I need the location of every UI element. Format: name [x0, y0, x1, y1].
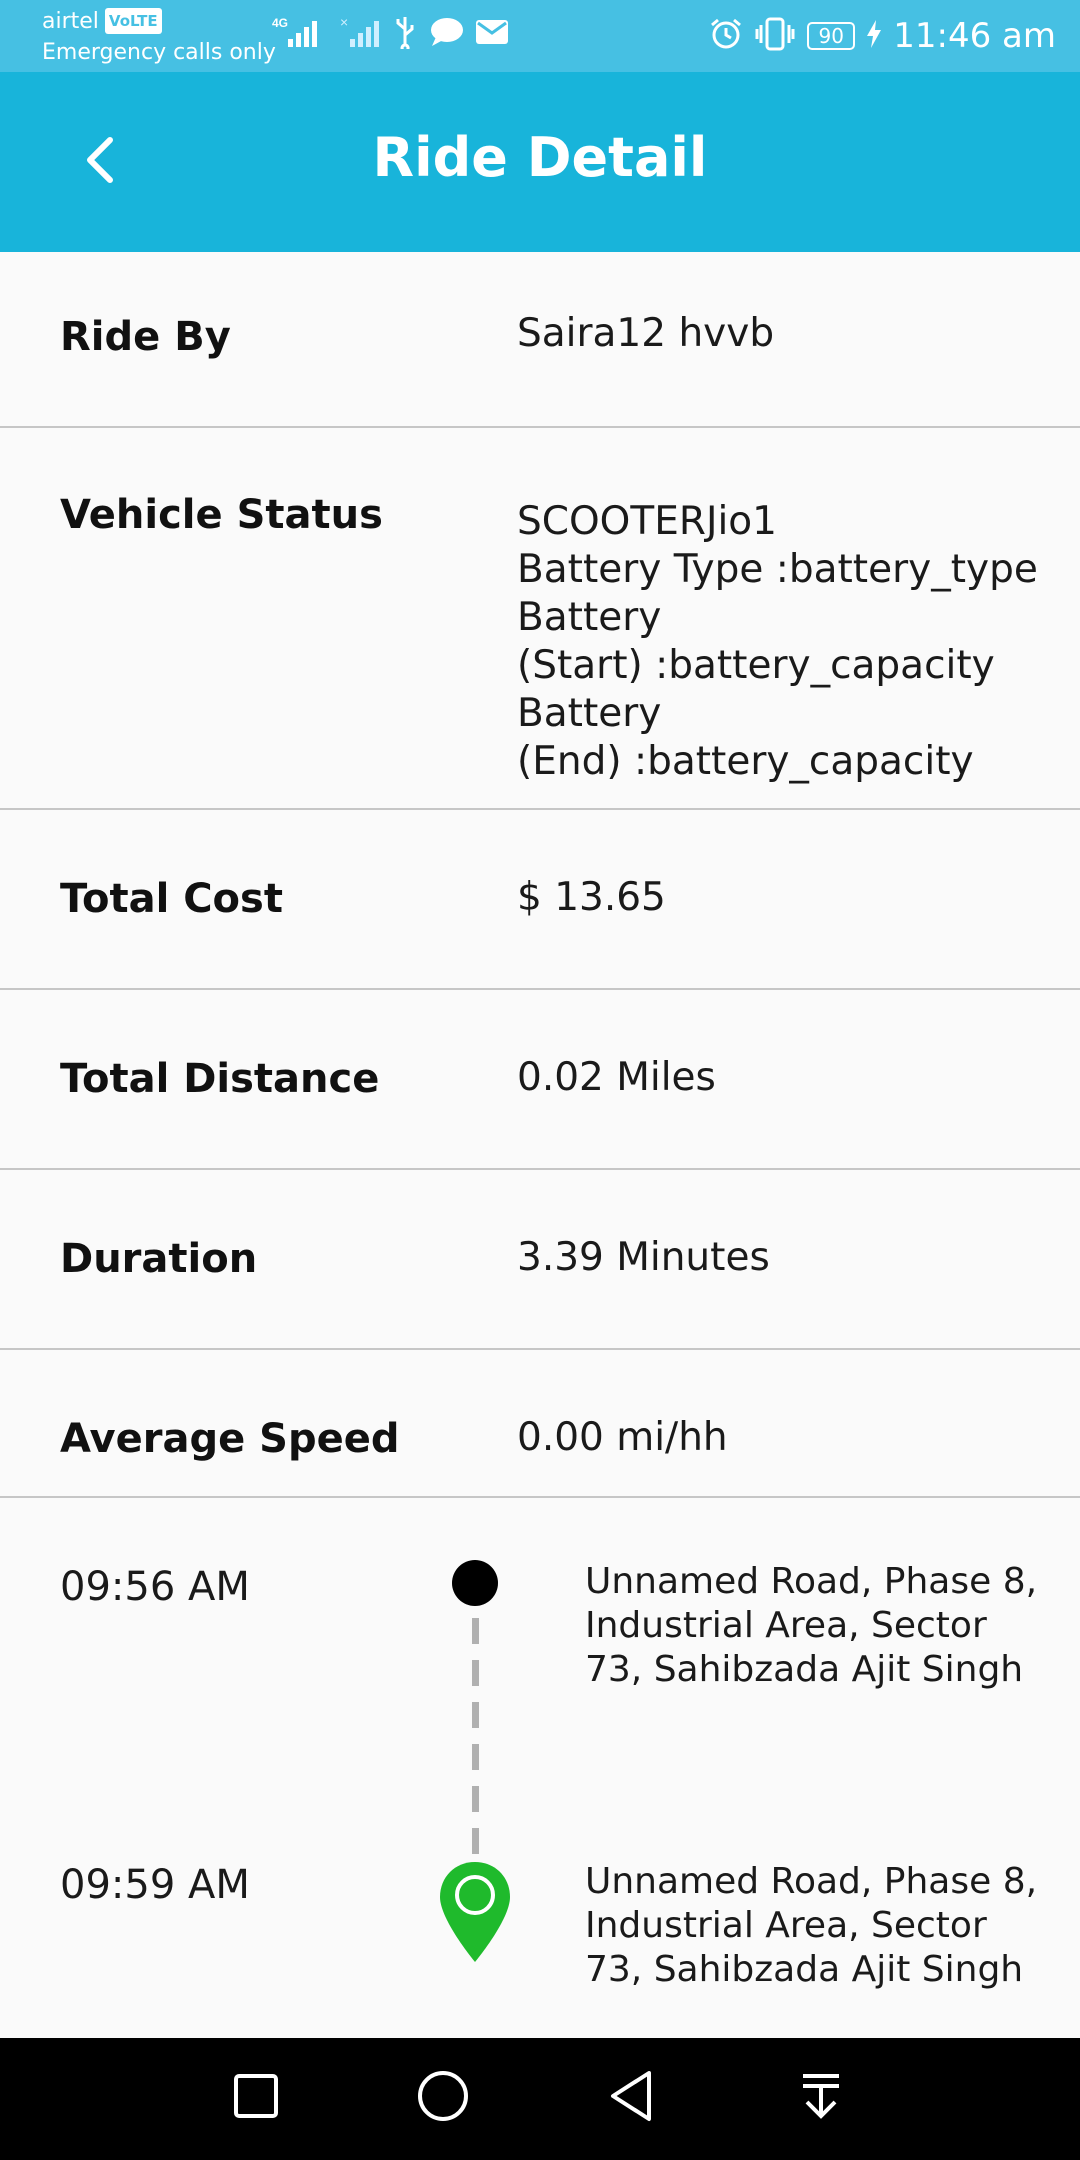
total-distance-label: Total Distance: [60, 1056, 380, 1102]
ride-timeline: 09:56 AM Unnamed Road, Phase 8, Industri…: [0, 1498, 1080, 2038]
start-address: Unnamed Road, Phase 8, Industrial Area, …: [585, 1561, 1038, 1690]
volte-badge: VoLTE: [104, 8, 162, 34]
duration-label: Duration: [60, 1236, 258, 1282]
back-nav-button[interactable]: [595, 2062, 667, 2134]
page-title: Ride Detail: [372, 126, 708, 189]
status-icons-right: 90 11:46 am: [709, 14, 1056, 58]
ride-detail-list: Ride By Saira12 hvvb Vehicle Status SCOO…: [0, 252, 1080, 1498]
total-distance-row: Total Distance 0.02 Miles: [0, 990, 1080, 1170]
total-cost-value: $ 13.65: [517, 875, 666, 920]
vehicle-status-row: Vehicle Status SCOOTERJio1 Battery Type …: [0, 428, 1080, 810]
vibrate-icon: [755, 17, 795, 55]
start-location-dot-icon: [452, 1560, 498, 1606]
carrier-label: airtel VoLTE: [42, 8, 162, 35]
mail-icon: [476, 20, 508, 48]
charging-icon: [867, 20, 882, 52]
carrier-name: airtel: [42, 9, 99, 34]
total-cost-label: Total Cost: [60, 876, 283, 922]
end-time: 09:59 AM: [60, 1862, 250, 1908]
message-icon: [430, 17, 464, 51]
status-bar: airtel VoLTE Emergency calls only 4G × 9…: [0, 0, 1080, 72]
start-time: 09:56 AM: [60, 1564, 250, 1610]
emergency-calls-text: Emergency calls only: [42, 40, 276, 65]
notification-pull-button[interactable]: [785, 2062, 857, 2134]
duration-row: Duration 3.39 Minutes: [0, 1170, 1080, 1350]
vehicle-status-line: (Start) :battery_capacity: [517, 643, 995, 688]
vehicle-status-line: Battery: [517, 595, 662, 640]
vehicle-status-value: SCOOTERJio1 Battery Type :battery_type B…: [517, 498, 1038, 786]
vehicle-status-label: Vehicle Status: [60, 492, 383, 538]
average-speed-value: 0.00 mi/hh: [517, 1415, 728, 1460]
no-signal-icon: ×: [340, 14, 380, 53]
total-distance-value: 0.02 Miles: [517, 1055, 716, 1100]
usb-icon: [392, 15, 418, 53]
home-button[interactable]: [407, 2062, 479, 2134]
pull-down-icon: [799, 2070, 843, 2126]
ride-by-value: Saira12 hvvb: [517, 311, 775, 356]
vehicle-status-line: SCOOTERJio1: [517, 499, 777, 544]
clock: 11:46 am: [893, 16, 1056, 56]
average-speed-row: Average Speed 0.00 mi/hh: [0, 1350, 1080, 1498]
recent-apps-button[interactable]: [220, 2062, 292, 2134]
system-nav-bar: [0, 2038, 1080, 2160]
ride-by-row: Ride By Saira12 hvvb: [0, 252, 1080, 428]
status-icons-left: 4G ×: [272, 14, 508, 54]
ride-by-label: Ride By: [60, 314, 231, 360]
end-address: Unnamed Road, Phase 8, Industrial Area, …: [585, 1861, 1038, 1990]
vehicle-status-line: Battery Type :battery_type: [517, 547, 1038, 592]
route-dashed-line: [472, 1618, 479, 1888]
app-bar: Ride Detail: [0, 72, 1080, 252]
triangle-back-icon: [607, 2069, 655, 2127]
vehicle-status-line: (End) :battery_capacity: [517, 739, 974, 784]
circle-icon: [416, 2069, 470, 2127]
network-type: 4G: [272, 16, 288, 30]
vehicle-status-line: Battery: [517, 691, 662, 736]
signal-icon: 4G: [272, 15, 328, 53]
alarm-icon: [709, 17, 743, 55]
end-location-pin-icon: [438, 1860, 512, 1964]
svg-text:×: ×: [340, 15, 348, 30]
square-icon: [232, 2072, 280, 2124]
duration-value: 3.39 Minutes: [517, 1235, 770, 1280]
battery-indicator: 90: [807, 22, 856, 50]
average-speed-label: Average Speed: [60, 1416, 400, 1462]
total-cost-row: Total Cost $ 13.65: [0, 810, 1080, 990]
